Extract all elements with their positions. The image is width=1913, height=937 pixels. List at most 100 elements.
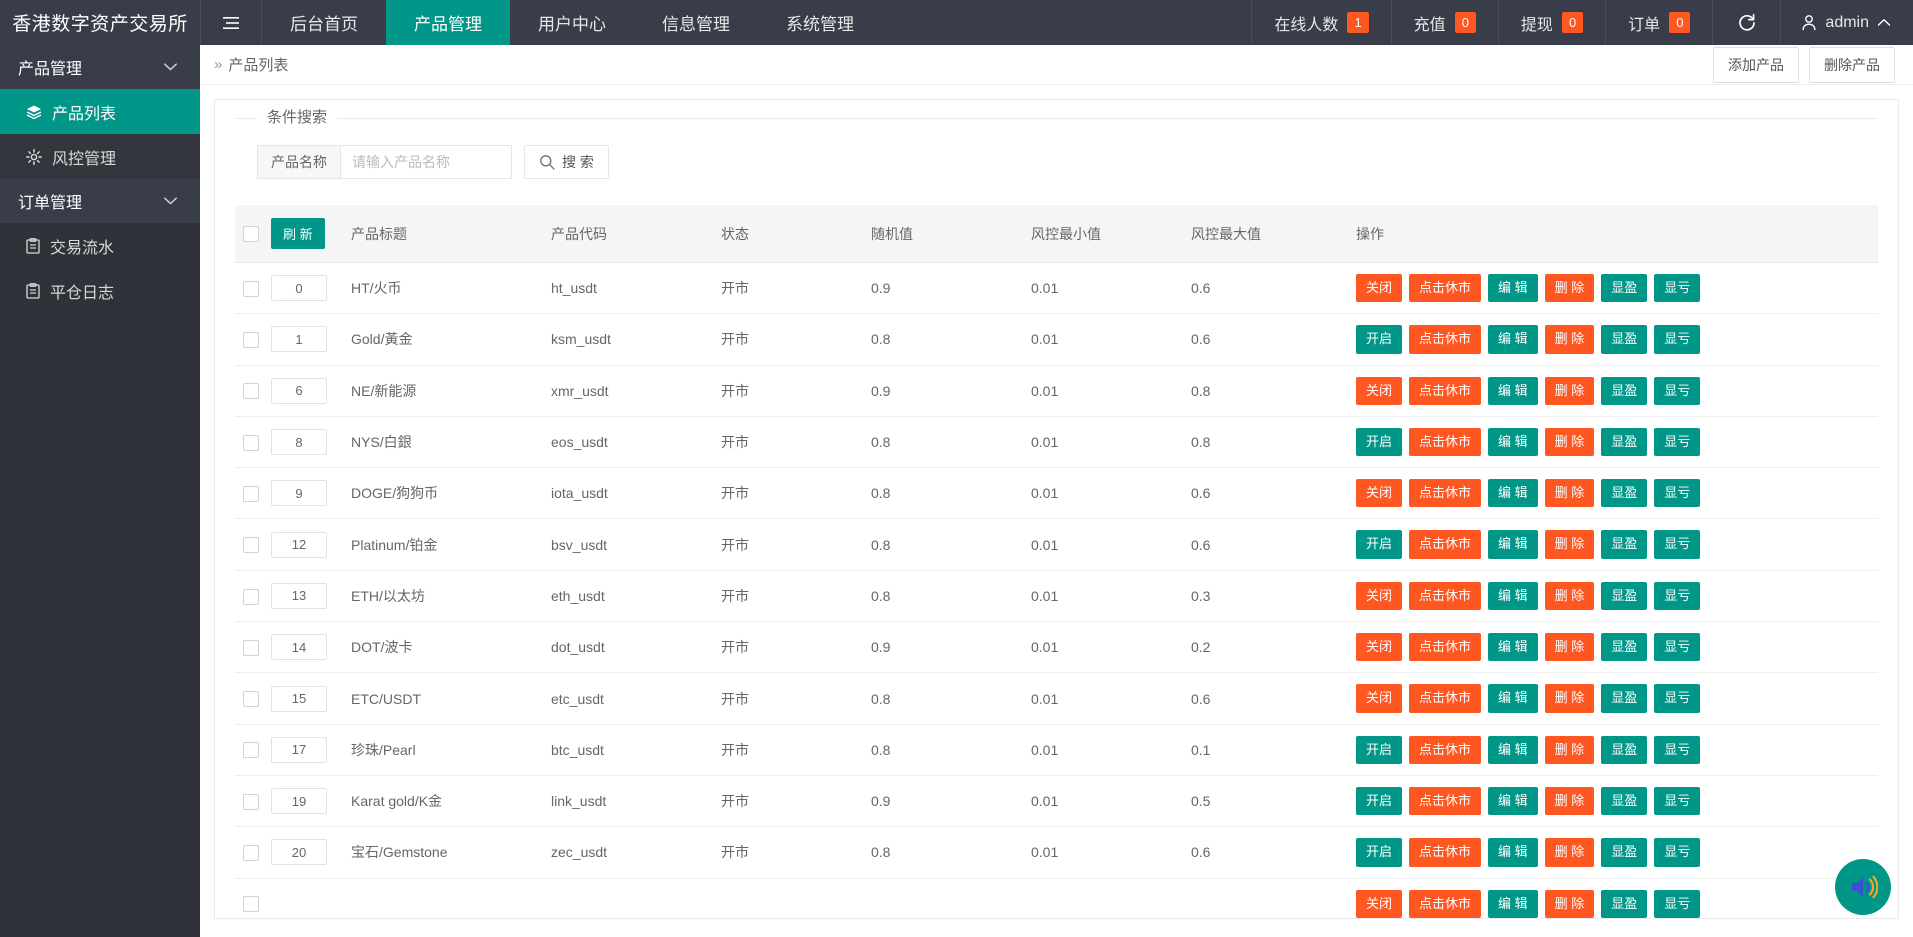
row-suspend-button[interactable]: 点击休市 (1409, 736, 1481, 764)
row-suspend-button[interactable]: 点击休市 (1409, 377, 1481, 405)
row-edit-button[interactable]: 编 辑 (1488, 530, 1538, 558)
row-suspend-button[interactable]: 点击休市 (1409, 325, 1481, 353)
row-show-profit-button[interactable]: 显盈 (1601, 274, 1647, 302)
row-id-box[interactable]: 0 (271, 275, 327, 301)
row-edit-button[interactable]: 编 辑 (1488, 582, 1538, 610)
row-checkbox[interactable] (243, 845, 259, 861)
row-edit-button[interactable]: 编 辑 (1488, 890, 1538, 918)
row-edit-button[interactable]: 编 辑 (1488, 736, 1538, 764)
row-delete-button[interactable]: 删 除 (1545, 582, 1595, 610)
row-delete-button[interactable]: 删 除 (1545, 890, 1595, 918)
row-id-box[interactable]: 19 (271, 788, 327, 814)
row-delete-button[interactable]: 删 除 (1545, 274, 1595, 302)
row-show-profit-button[interactable]: 显盈 (1601, 325, 1647, 353)
select-all-checkbox[interactable] (243, 226, 259, 242)
row-delete-button[interactable]: 删 除 (1545, 787, 1595, 815)
row-delete-button[interactable]: 删 除 (1545, 428, 1595, 456)
row-show-loss-button[interactable]: 显亏 (1654, 838, 1700, 866)
row-edit-button[interactable]: 编 辑 (1488, 428, 1538, 456)
row-show-loss-button[interactable]: 显亏 (1654, 274, 1700, 302)
row-suspend-button[interactable]: 点击休市 (1409, 530, 1481, 558)
sidebar-group-product-management[interactable]: 产品管理 (0, 45, 200, 89)
refresh-table-button[interactable]: 刷 新 (271, 218, 325, 249)
row-show-profit-button[interactable]: 显盈 (1601, 428, 1647, 456)
row-checkbox[interactable] (243, 742, 259, 758)
row-show-profit-button[interactable]: 显盈 (1601, 684, 1647, 712)
row-suspend-button[interactable]: 点击休市 (1409, 274, 1481, 302)
row-suspend-button[interactable]: 点击休市 (1409, 684, 1481, 712)
stat-withdraw[interactable]: 提现 0 (1498, 0, 1605, 45)
row-edit-button[interactable]: 编 辑 (1488, 377, 1538, 405)
row-checkbox[interactable] (243, 589, 259, 605)
row-show-profit-button[interactable]: 显盈 (1601, 377, 1647, 405)
row-checkbox[interactable] (243, 691, 259, 707)
row-delete-button[interactable]: 删 除 (1545, 530, 1595, 558)
row-edit-button[interactable]: 编 辑 (1488, 274, 1538, 302)
row-edit-button[interactable]: 编 辑 (1488, 684, 1538, 712)
row-suspend-button[interactable]: 点击休市 (1409, 633, 1481, 661)
add-product-button[interactable]: 添加产品 (1713, 47, 1799, 83)
row-suspend-button[interactable]: 点击休市 (1409, 890, 1481, 918)
row-close-button[interactable]: 关闭 (1356, 274, 1402, 302)
row-close-button[interactable]: 关闭 (1356, 633, 1402, 661)
row-show-loss-button[interactable]: 显亏 (1654, 428, 1700, 456)
nav-item-user-center[interactable]: 用户中心 (510, 0, 634, 45)
row-edit-button[interactable]: 编 辑 (1488, 479, 1538, 507)
row-suspend-button[interactable]: 点击休市 (1409, 479, 1481, 507)
row-checkbox[interactable] (243, 640, 259, 656)
row-show-profit-button[interactable]: 显盈 (1601, 838, 1647, 866)
user-menu[interactable]: admin (1780, 0, 1913, 45)
row-id-box[interactable]: 15 (271, 686, 327, 712)
row-show-loss-button[interactable]: 显亏 (1654, 530, 1700, 558)
row-show-profit-button[interactable]: 显盈 (1601, 787, 1647, 815)
row-show-loss-button[interactable]: 显亏 (1654, 582, 1700, 610)
row-checkbox[interactable] (243, 896, 259, 912)
row-edit-button[interactable]: 编 辑 (1488, 787, 1538, 815)
row-close-button[interactable]: 关闭 (1356, 582, 1402, 610)
row-show-loss-button[interactable]: 显亏 (1654, 479, 1700, 507)
search-input[interactable] (340, 145, 512, 179)
row-show-loss-button[interactable]: 显亏 (1654, 684, 1700, 712)
row-delete-button[interactable]: 删 除 (1545, 633, 1595, 661)
delete-product-button[interactable]: 删除产品 (1809, 47, 1895, 83)
row-delete-button[interactable]: 删 除 (1545, 684, 1595, 712)
row-show-profit-button[interactable]: 显盈 (1601, 890, 1647, 918)
nav-item-info-management[interactable]: 信息管理 (634, 0, 758, 45)
row-id-box[interactable]: 6 (271, 378, 327, 404)
row-checkbox[interactable] (243, 794, 259, 810)
row-show-loss-button[interactable]: 显亏 (1654, 787, 1700, 815)
row-checkbox[interactable] (243, 383, 259, 399)
row-show-profit-button[interactable]: 显盈 (1601, 633, 1647, 661)
row-id-box[interactable]: 20 (271, 839, 327, 865)
row-edit-button[interactable]: 编 辑 (1488, 633, 1538, 661)
row-show-loss-button[interactable]: 显亏 (1654, 633, 1700, 661)
search-button[interactable]: 搜 索 (524, 145, 609, 179)
stat-online-users[interactable]: 在线人数 1 (1251, 0, 1390, 45)
row-open-button[interactable]: 开启 (1356, 736, 1402, 764)
row-id-box[interactable]: 8 (271, 429, 327, 455)
sidebar-item-product-list[interactable]: 产品列表 (0, 89, 200, 134)
hamburger-icon[interactable] (200, 0, 262, 45)
row-id-box[interactable]: 12 (271, 532, 327, 558)
row-checkbox[interactable] (243, 537, 259, 553)
row-show-loss-button[interactable]: 显亏 (1654, 377, 1700, 405)
row-delete-button[interactable]: 删 除 (1545, 838, 1595, 866)
row-open-button[interactable]: 开启 (1356, 530, 1402, 558)
row-edit-button[interactable]: 编 辑 (1488, 325, 1538, 353)
row-checkbox[interactable] (243, 332, 259, 348)
row-edit-button[interactable]: 编 辑 (1488, 838, 1538, 866)
row-show-loss-button[interactable]: 显亏 (1654, 736, 1700, 764)
row-show-profit-button[interactable]: 显盈 (1601, 582, 1647, 610)
row-delete-button[interactable]: 删 除 (1545, 325, 1595, 353)
row-show-profit-button[interactable]: 显盈 (1601, 530, 1647, 558)
row-suspend-button[interactable]: 点击休市 (1409, 428, 1481, 456)
row-id-box[interactable]: 9 (271, 480, 327, 506)
row-open-button[interactable]: 开启 (1356, 428, 1402, 456)
sidebar-item-risk-management[interactable]: 风控管理 (0, 134, 200, 179)
nav-item-dashboard[interactable]: 后台首页 (262, 0, 386, 45)
row-delete-button[interactable]: 删 除 (1545, 479, 1595, 507)
sidebar-item-position-close-log[interactable]: 平仓日志 (0, 268, 200, 313)
row-id-box[interactable]: 14 (271, 634, 327, 660)
row-checkbox[interactable] (243, 435, 259, 451)
row-suspend-button[interactable]: 点击休市 (1409, 838, 1481, 866)
